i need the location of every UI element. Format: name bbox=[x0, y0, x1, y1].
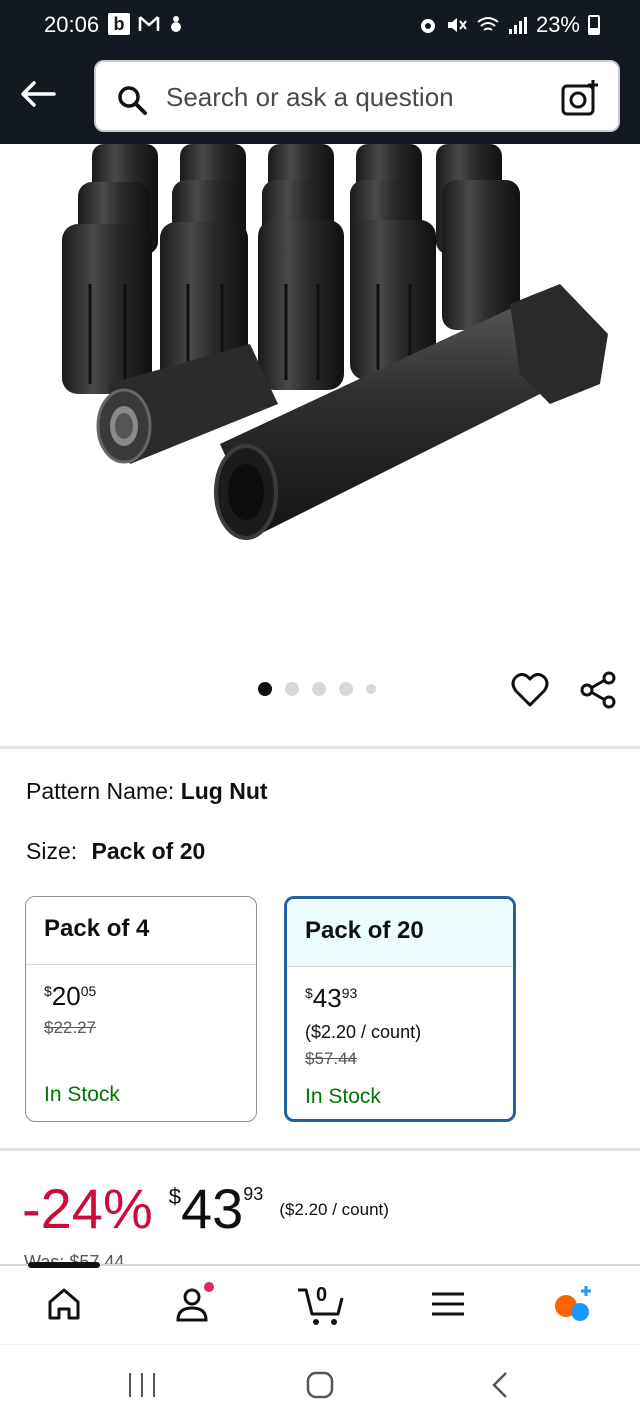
pattern-name-row: Pattern Name: Lug Nut bbox=[26, 778, 268, 805]
cart-count: 0 bbox=[316, 1284, 328, 1306]
account-icon[interactable] bbox=[170, 1282, 214, 1326]
carousel-dot[interactable] bbox=[366, 684, 376, 694]
cart-icon[interactable]: 0 bbox=[296, 1282, 346, 1326]
search-placeholder: Search or ask a question bbox=[166, 82, 454, 112]
pattern-value: Lug Nut bbox=[180, 778, 268, 804]
price-block: -24% $ 43 93 ($2.20 / count) bbox=[22, 1176, 389, 1242]
camera-search-icon[interactable] bbox=[560, 78, 600, 118]
rufus-icon[interactable] bbox=[552, 1282, 596, 1326]
carousel-dot[interactable] bbox=[339, 682, 353, 696]
android-navigation-bar bbox=[0, 1344, 640, 1422]
option-title: Pack of 4 bbox=[26, 897, 256, 965]
size-label: Size: bbox=[26, 838, 78, 864]
home-icon[interactable] bbox=[42, 1282, 86, 1326]
bottom-navigation: 0 bbox=[0, 1264, 640, 1344]
gmail-icon bbox=[138, 16, 160, 31]
alarm-icon bbox=[420, 19, 435, 33]
back-button-icon[interactable] bbox=[484, 1371, 516, 1399]
size-option-pack-of-20[interactable]: Pack of 20 $4393 ($2.20 / count) $57.44 … bbox=[284, 896, 516, 1122]
option-price: $2005 bbox=[44, 981, 97, 1011]
option-stock-status: In Stock bbox=[44, 1083, 120, 1106]
option-stock-status: In Stock bbox=[305, 1085, 381, 1108]
section-divider bbox=[0, 746, 640, 749]
back-arrow-icon[interactable] bbox=[20, 80, 56, 108]
size-option-pack-of-4[interactable]: Pack of 4 $2005 $22.27 In Stock bbox=[25, 896, 257, 1122]
menu-icon[interactable] bbox=[426, 1282, 470, 1326]
pattern-label: Pattern Name: bbox=[26, 778, 175, 804]
wifi-icon bbox=[477, 17, 499, 31]
size-value: Pack of 20 bbox=[91, 838, 206, 864]
option-price: $4393 bbox=[305, 983, 358, 1013]
current-price: $ 43 93 bbox=[168, 1177, 264, 1240]
carousel-dot[interactable] bbox=[285, 682, 299, 696]
recent-apps-icon[interactable] bbox=[126, 1371, 158, 1399]
active-tab-indicator bbox=[28, 1262, 100, 1268]
mute-icon bbox=[447, 18, 467, 32]
search-icon bbox=[118, 86, 147, 115]
home-button-icon[interactable] bbox=[304, 1371, 336, 1399]
option-list-price: $57.44 bbox=[305, 1049, 357, 1068]
size-row: Size: Pack of 20 bbox=[26, 838, 205, 865]
signal-icon bbox=[508, 17, 527, 34]
unit-price: ($2.20 / count) bbox=[279, 1200, 389, 1219]
battery-icon bbox=[588, 15, 600, 35]
status-bar: 20:06 b 23% bbox=[0, 0, 640, 52]
battery-percent: 23% bbox=[535, 12, 580, 37]
carousel-dot[interactable] bbox=[258, 682, 272, 696]
image-carousel-dots[interactable] bbox=[258, 682, 376, 696]
app-notification-icon bbox=[171, 16, 181, 32]
status-time: 20:06 bbox=[44, 12, 100, 37]
option-list-price: $22.27 bbox=[44, 1018, 96, 1037]
product-image[interactable] bbox=[0, 144, 640, 644]
option-title: Pack of 20 bbox=[287, 899, 513, 967]
discount-percent: -24% bbox=[22, 1177, 153, 1240]
section-divider bbox=[0, 1148, 640, 1151]
option-unit-price: ($2.20 / count) bbox=[305, 1022, 422, 1042]
booking-icon: b bbox=[108, 13, 130, 35]
carousel-dot[interactable] bbox=[312, 682, 326, 696]
heart-icon[interactable] bbox=[510, 670, 550, 710]
search-input[interactable]: Search or ask a question bbox=[94, 60, 620, 132]
search-header: Search or ask a question bbox=[0, 52, 640, 144]
share-icon[interactable] bbox=[578, 670, 618, 710]
